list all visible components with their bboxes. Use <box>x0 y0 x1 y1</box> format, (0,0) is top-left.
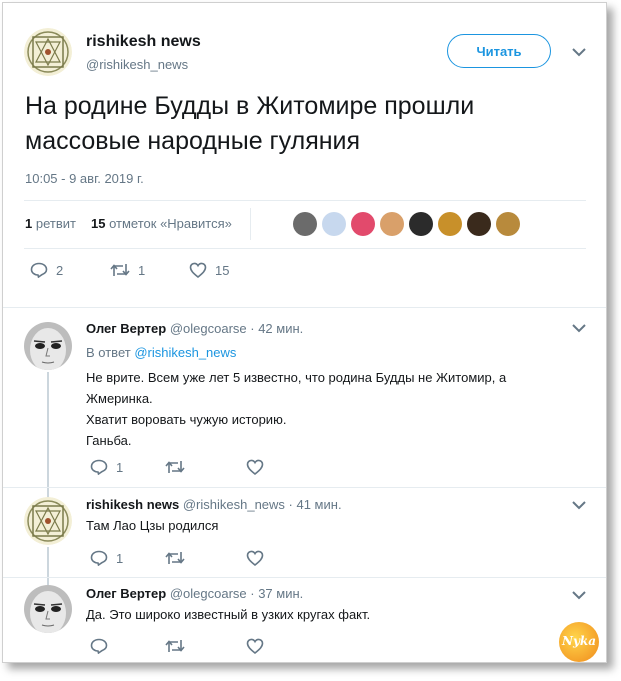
reply-context: В ответ @rishikesh_news <box>86 345 236 360</box>
retweet-action[interactable] <box>165 550 185 566</box>
chevron-down-icon[interactable] <box>572 323 586 333</box>
likes-label: отметок «Нравится» <box>109 216 232 231</box>
liker-avatar[interactable] <box>409 212 433 236</box>
reply-to-prefix: В ответ <box>86 345 131 360</box>
reply-count: 1 <box>116 459 124 475</box>
reply-author-handle[interactable]: @rishikesh_news <box>183 497 285 512</box>
heart-icon <box>246 638 264 654</box>
reply-count: 2 <box>56 262 64 278</box>
reply-action[interactable]: 1 <box>90 459 123 475</box>
oleg-avatar[interactable] <box>24 585 72 633</box>
liker-avatar[interactable] <box>322 212 346 236</box>
reply-icon <box>30 262 48 278</box>
divider <box>24 248 586 249</box>
reply-text-line: Не врите. Всем уже лет 5 известно, что р… <box>86 370 507 385</box>
tweet-timestamp[interactable]: 10:05 - 9 авг. 2019 г. <box>25 171 144 186</box>
heart-icon <box>189 262 207 278</box>
reply-author-name[interactable]: Олег Вертер <box>86 586 166 601</box>
reply-action[interactable] <box>90 638 108 654</box>
retweets-count: 1 <box>25 216 33 231</box>
reply-text-line: Там Лао Цзы родился <box>86 518 219 533</box>
author-handle[interactable]: @rishikesh_news <box>86 57 188 72</box>
reply-header: Олег Вертер @olegcoarse · 42 мин. <box>86 321 303 336</box>
reply-author-name[interactable]: Олег Вертер <box>86 321 166 336</box>
retweet-action[interactable]: 1 <box>110 262 145 278</box>
reply-author-handle[interactable]: @olegcoarse <box>170 321 247 336</box>
reply-action[interactable]: 2 <box>30 262 63 278</box>
reply-time[interactable]: · 41 мин. <box>289 497 342 512</box>
reply-icon <box>90 550 108 566</box>
retweet-count: 1 <box>138 262 146 278</box>
like-action[interactable]: 15 <box>189 262 229 278</box>
like-count: 15 <box>215 262 230 278</box>
author-name[interactable]: rishikesh news <box>86 33 201 51</box>
reply-count: 1 <box>116 550 124 566</box>
retweet-icon <box>165 640 185 652</box>
divider <box>3 577 606 578</box>
reply-text-line: Жмеринка. <box>86 391 153 406</box>
like-action[interactable] <box>246 550 264 566</box>
watermark-logo: Nyka <box>559 622 599 662</box>
retweet-icon <box>110 264 130 276</box>
divider <box>3 307 606 308</box>
reply-header: rishikesh news @rishikesh_news · 41 мин. <box>86 497 342 512</box>
reply-time[interactable]: · 37 мин. <box>250 586 303 601</box>
retweet-action[interactable] <box>165 459 185 475</box>
retweet-icon <box>165 461 185 473</box>
reply-author-name[interactable]: rishikesh news <box>86 497 179 512</box>
reply-time[interactable]: · 42 мин. <box>250 321 303 336</box>
reply-icon <box>90 459 108 475</box>
liker-avatar[interactable] <box>380 212 404 236</box>
liker-avatar[interactable] <box>293 212 317 236</box>
reply-action[interactable]: 1 <box>90 550 123 566</box>
tweet-text-line-1: На родине Будды в Житомире прошли <box>25 92 475 120</box>
reply-icon <box>90 638 108 654</box>
heart-icon <box>246 459 264 475</box>
chevron-down-icon[interactable] <box>572 590 586 600</box>
rishikesh-avatar[interactable] <box>24 497 72 545</box>
reply-text-line: Ганьба. <box>86 433 132 448</box>
liker-avatar[interactable] <box>496 212 520 236</box>
watermark-text: Nyka <box>561 634 597 648</box>
retweet-icon <box>165 552 185 564</box>
reply-text: Не врите. Всем уже лет 5 известно, что р… <box>86 367 506 451</box>
stats-divider <box>250 208 251 240</box>
divider <box>24 200 586 201</box>
liker-avatar[interactable] <box>351 212 375 236</box>
thread-line <box>47 547 49 585</box>
likes-stat[interactable]: 15 отметок «Нравится» <box>91 216 232 231</box>
likes-count: 15 <box>91 216 106 231</box>
chevron-down-icon[interactable] <box>572 500 586 510</box>
thread-line <box>47 372 49 502</box>
chevron-down-icon[interactable] <box>572 47 586 57</box>
rishikesh-avatar[interactable] <box>24 28 72 76</box>
divider <box>3 487 606 488</box>
like-action[interactable] <box>246 638 264 654</box>
heart-icon <box>246 550 264 566</box>
follow-button[interactable]: Читать <box>447 34 551 68</box>
retweets-stat[interactable]: 1 ретвит <box>25 216 76 231</box>
like-action[interactable] <box>246 459 264 475</box>
reply-to-handle[interactable]: @rishikesh_news <box>134 345 236 360</box>
retweets-label: ретвит <box>35 216 76 231</box>
liker-avatar[interactable] <box>467 212 491 236</box>
reply-author-handle[interactable]: @olegcoarse <box>170 586 247 601</box>
reply-header: Олег Вертер @olegcoarse · 37 мин. <box>86 586 303 601</box>
reply-text-line: Да. Это широко известный в узких кругах … <box>86 607 371 622</box>
reply-text-line: Хватит воровать чужую историю. <box>86 412 287 427</box>
oleg-avatar[interactable] <box>24 322 72 370</box>
tweet-text-line-2: массовые народные гуляния <box>25 127 361 155</box>
retweet-action[interactable] <box>165 638 185 654</box>
liker-avatar[interactable] <box>438 212 462 236</box>
